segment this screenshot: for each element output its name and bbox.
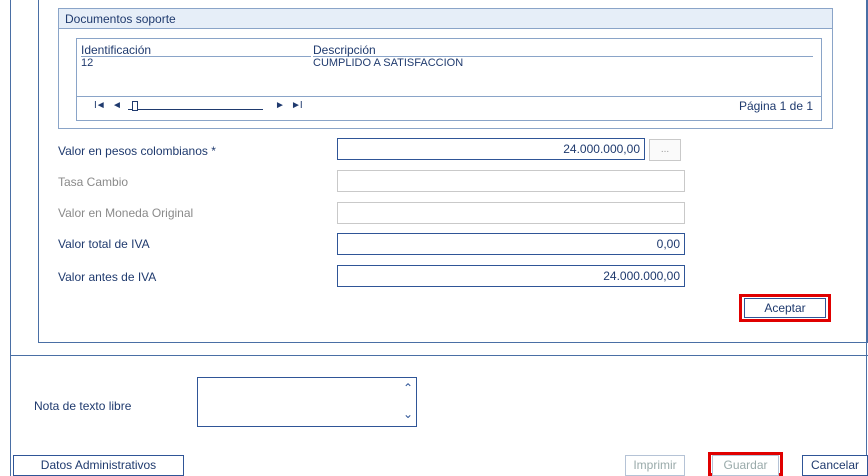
valor-antes-iva-input[interactable]: 24.000.000,00 (337, 265, 685, 287)
slider-thumb[interactable] (132, 101, 138, 111)
right-border (866, 0, 867, 476)
cancelar-button[interactable]: Cancelar (802, 455, 868, 476)
pager-divider (77, 96, 821, 97)
next-page-icon[interactable]: ► (275, 100, 285, 111)
pager-slider[interactable] (128, 101, 263, 111)
page-info: Página 1 de 1 (738, 99, 813, 113)
nota-label: Nota de texto libre (34, 399, 132, 413)
datos-administrativos-button[interactable]: Datos Administrativos (13, 455, 184, 476)
aceptar-button[interactable]: Aceptar (744, 298, 826, 318)
chevron-down-icon[interactable]: ⌄ (403, 408, 413, 420)
nota-textarea[interactable]: ⌃ ⌄ (197, 377, 417, 427)
chevron-up-icon[interactable]: ⌃ (403, 382, 413, 394)
table-row[interactable]: 12 CUMPLIDO A SATISFACCION (77, 57, 821, 71)
cell-identificacion: 12 (81, 57, 94, 69)
valor-iva-input[interactable]: 0,00 (337, 233, 685, 255)
valor-pesos-input[interactable]: 24.000.000,00 (337, 138, 645, 160)
guardar-button[interactable]: Guardar (712, 455, 779, 476)
documentos-soporte-panel: Documentos soporte Identificación Descri… (58, 8, 833, 129)
last-page-icon[interactable]: ►I (291, 100, 303, 111)
first-page-icon[interactable]: I◄ (94, 100, 106, 111)
column-header-identificacion[interactable]: Identificación (81, 44, 311, 57)
left-border (10, 356, 11, 476)
tasa-cambio-input[interactable] (337, 170, 685, 192)
documents-table: Identificación Descripción 12 CUMPLIDO A… (76, 38, 822, 121)
cell-descripcion: CUMPLIDO A SATISFACCION (313, 57, 464, 69)
valor-antes-iva-label: Valor antes de IVA (58, 270, 157, 284)
ellipsis-button[interactable]: ... (649, 139, 681, 161)
valor-iva-label: Valor total de IVA (58, 237, 150, 251)
column-header-descripcion[interactable]: Descripción (313, 44, 813, 57)
slider-track (128, 109, 263, 110)
valor-moneda-input[interactable] (337, 202, 685, 224)
panel-title: Documentos soporte (59, 9, 832, 29)
imprimir-button[interactable]: Imprimir (625, 455, 685, 476)
valor-moneda-label: Valor en Moneda Original (58, 206, 194, 220)
tasa-cambio-label: Tasa Cambio (58, 175, 129, 189)
valor-pesos-label: Valor en pesos colombianos * (58, 144, 216, 158)
prev-page-icon[interactable]: ◄ (112, 100, 122, 111)
